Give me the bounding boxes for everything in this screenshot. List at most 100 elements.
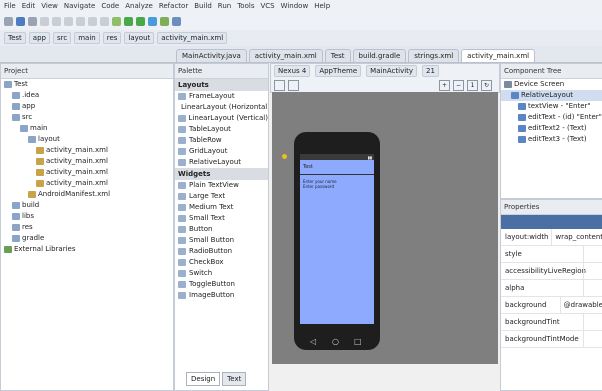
breadcrumb-item[interactable]: res bbox=[102, 32, 122, 44]
zoom-in-icon[interactable]: + bbox=[439, 79, 450, 91]
property-value[interactable]: wrap_content bbox=[551, 229, 602, 245]
menu-item-build[interactable]: Build bbox=[194, 2, 212, 10]
device-selector[interactable]: Nexus 4 bbox=[274, 65, 311, 77]
editor-tab[interactable]: build.gradle bbox=[352, 49, 407, 62]
palette-item[interactable]: ImageButton bbox=[175, 290, 268, 301]
menu-item-view[interactable]: View bbox=[41, 2, 58, 10]
folder-icon[interactable] bbox=[4, 16, 13, 26]
property-value[interactable] bbox=[583, 314, 602, 330]
redo-icon[interactable] bbox=[52, 16, 61, 26]
menu-item-tools[interactable]: Tools bbox=[237, 2, 254, 10]
palette-item[interactable]: FrameLayout bbox=[175, 91, 268, 102]
palette-group-header[interactable]: Layouts bbox=[175, 79, 268, 91]
property-value[interactable]: @drawable bbox=[559, 297, 602, 313]
palette-item[interactable]: RadioButton bbox=[175, 246, 268, 257]
palette-item[interactable]: Small Button bbox=[175, 235, 268, 246]
password-field[interactable]: Enter password bbox=[300, 184, 374, 189]
palette-item[interactable]: Plain TextView bbox=[175, 180, 268, 191]
property-row[interactable]: background @drawable bbox=[501, 297, 602, 314]
editor-tab[interactable]: Test bbox=[324, 49, 351, 62]
tree-item[interactable]: .idea bbox=[1, 90, 173, 101]
palette-item[interactable]: Large Text bbox=[175, 191, 268, 202]
layout-icon[interactable] bbox=[288, 79, 299, 91]
tree-item[interactable]: src bbox=[1, 112, 173, 123]
menu-item-help[interactable]: Help bbox=[314, 2, 330, 10]
breadcrumb-item[interactable]: app bbox=[28, 32, 50, 44]
editor-tab[interactable]: MainActivity.java bbox=[176, 49, 247, 62]
menu-item-window[interactable]: Window bbox=[281, 2, 309, 10]
property-row[interactable]: style bbox=[501, 246, 602, 263]
palette-item[interactable]: Small Text bbox=[175, 213, 268, 224]
menu-item-run[interactable]: Run bbox=[218, 2, 231, 10]
tree-item[interactable]: gradle bbox=[1, 233, 173, 244]
palette-item[interactable]: LinearLayout (Vertical) bbox=[175, 113, 268, 124]
breadcrumb-item[interactable]: src bbox=[52, 32, 72, 44]
tree-item[interactable]: activity_main.xml bbox=[1, 145, 173, 156]
tree-item[interactable]: layout bbox=[1, 134, 173, 145]
component-tree-item[interactable]: editText3 - (Text) bbox=[501, 134, 602, 145]
palette-item[interactable]: TableRow bbox=[175, 135, 268, 146]
palette-item[interactable]: LinearLayout (Horizontal) bbox=[175, 102, 268, 113]
device-screen[interactable]: ▮▮ Test Enter your name Enter password bbox=[300, 154, 374, 324]
cut-icon[interactable] bbox=[64, 16, 73, 26]
property-row[interactable]: layout:width wrap_content bbox=[501, 229, 602, 246]
menu-item-file[interactable]: File bbox=[4, 2, 16, 10]
copy-icon[interactable] bbox=[76, 16, 85, 26]
sdk-manager-icon[interactable] bbox=[148, 16, 157, 26]
palette-item[interactable]: Button bbox=[175, 224, 268, 235]
tree-item[interactable]: AndroidManifest.xml bbox=[1, 189, 173, 200]
editor-tab[interactable]: strings.xml bbox=[408, 49, 460, 62]
menu-item-code[interactable]: Code bbox=[101, 2, 119, 10]
tree-item[interactable]: app bbox=[1, 101, 173, 112]
breadcrumb-item[interactable]: activity_main.xml bbox=[157, 32, 228, 44]
search-icon[interactable] bbox=[100, 16, 109, 26]
tree-item[interactable]: External Libraries bbox=[1, 244, 173, 255]
tree-item[interactable]: build bbox=[1, 200, 173, 211]
tree-item[interactable]: libs bbox=[1, 211, 173, 222]
tab-text[interactable]: Text bbox=[222, 372, 247, 386]
tab-design[interactable]: Design bbox=[186, 372, 221, 386]
property-row[interactable]: backgroundTint bbox=[501, 314, 602, 331]
design-canvas[interactable]: ▮▮ Test Enter your name Enter password ◁… bbox=[272, 92, 498, 364]
run-icon[interactable] bbox=[124, 16, 133, 26]
editor-tab[interactable]: activity_main.xml bbox=[248, 49, 323, 62]
palette-group-header[interactable]: Widgets bbox=[175, 168, 268, 180]
property-value[interactable] bbox=[583, 246, 602, 262]
tree-item[interactable]: activity_main.xml bbox=[1, 178, 173, 189]
sync-icon[interactable] bbox=[28, 16, 37, 26]
api-selector[interactable]: 21 bbox=[422, 65, 439, 77]
avd-manager-icon[interactable] bbox=[160, 16, 169, 26]
tree-item[interactable]: Test bbox=[1, 79, 173, 90]
breadcrumb-item[interactable]: Test bbox=[4, 32, 26, 44]
property-row[interactable]: alpha bbox=[501, 280, 602, 297]
layout-icon[interactable] bbox=[274, 79, 285, 91]
component-tree-item[interactable]: editText - (id) "Enter" bbox=[501, 112, 602, 123]
tree-item[interactable]: res bbox=[1, 222, 173, 233]
palette-item[interactable]: TableLayout bbox=[175, 124, 268, 135]
theme-selector[interactable]: AppTheme bbox=[315, 65, 362, 77]
tree-item[interactable]: main bbox=[1, 123, 173, 134]
property-row[interactable]: accessibilityLiveRegion bbox=[501, 263, 602, 280]
palette-item[interactable]: Switch bbox=[175, 268, 268, 279]
tree-item[interactable]: activity_main.xml bbox=[1, 156, 173, 167]
component-tree-item[interactable]: textView - "Enter" bbox=[501, 101, 602, 112]
palette-item[interactable]: ToggleButton bbox=[175, 279, 268, 290]
breadcrumb-item[interactable]: main bbox=[74, 32, 100, 44]
refresh-icon[interactable]: ↻ bbox=[481, 79, 492, 91]
editor-tab[interactable]: activity_main.xml bbox=[461, 49, 536, 62]
menu-item-refactor[interactable]: Refactor bbox=[159, 2, 188, 10]
menu-item-navigate[interactable]: Navigate bbox=[64, 2, 95, 10]
property-row[interactable]: backgroundTintMode bbox=[501, 331, 602, 348]
property-value[interactable] bbox=[583, 263, 602, 279]
menu-item-vcs[interactable]: VCS bbox=[260, 2, 274, 10]
paste-icon[interactable] bbox=[88, 16, 97, 26]
zoom-fit-icon[interactable]: 1 bbox=[467, 79, 478, 91]
zoom-out-icon[interactable]: − bbox=[453, 79, 464, 91]
property-value[interactable] bbox=[583, 331, 602, 347]
activity-selector[interactable]: MainActivity bbox=[366, 65, 418, 77]
tree-item[interactable]: activity_main.xml bbox=[1, 167, 173, 178]
help-icon[interactable] bbox=[172, 16, 181, 26]
property-value[interactable] bbox=[583, 280, 602, 296]
menu-item-edit[interactable]: Edit bbox=[22, 2, 36, 10]
palette-item[interactable]: Medium Text bbox=[175, 202, 268, 213]
